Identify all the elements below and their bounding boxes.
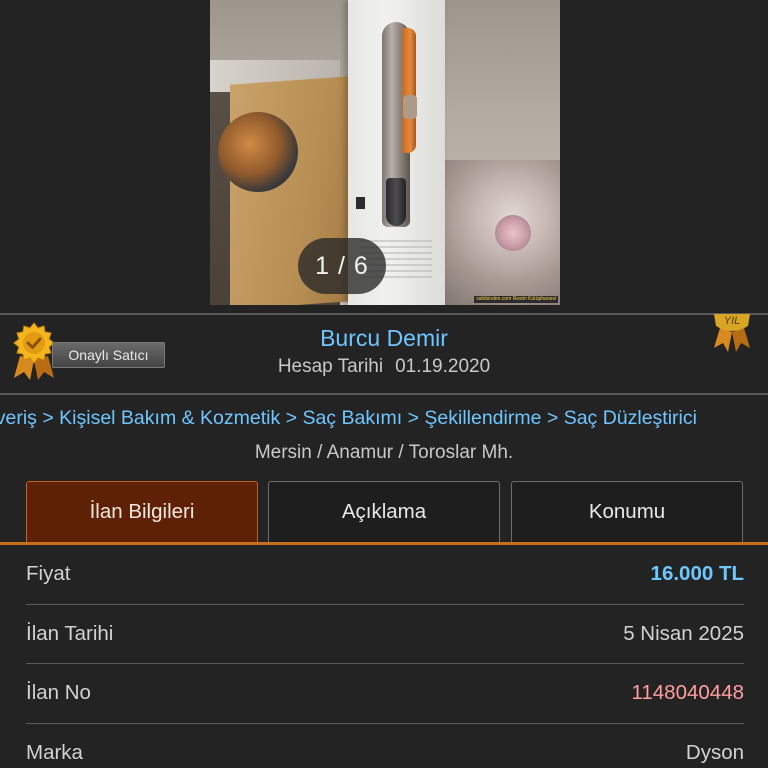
membership-year-badge-icon: YIL: [708, 314, 756, 354]
detail-label: İlan Tarihi: [26, 621, 114, 645]
breadcrumb-separator: >: [285, 407, 298, 429]
detail-row-brand: Marka Dyson: [26, 724, 744, 768]
breadcrumb-item[interactable]: Saç Düzleştirici: [564, 407, 697, 429]
divider: [0, 313, 768, 315]
listing-tabs: İlan Bilgileri Açıklama Konumu: [26, 481, 744, 543]
photo-device: [218, 112, 298, 192]
detail-row-date: İlan Tarihi 5 Nisan 2025: [26, 605, 744, 664]
product-box-logo: [356, 197, 365, 209]
seller-name[interactable]: Burcu Demir: [0, 325, 768, 352]
breadcrumb-item[interactable]: Şekillendirme: [424, 407, 541, 429]
brand-value: Dyson: [685, 740, 744, 764]
year-badge-text: YIL: [724, 315, 741, 327]
detail-row-price: Fiyat 16.000 TL: [26, 545, 744, 605]
photo-counter: 1 / 6: [298, 238, 386, 294]
category-breadcrumb: şveriş > Kişisel Bakım & Kozmetik > Saç …: [0, 407, 697, 430]
account-date: Hesap Tarihi 01.19.2020: [0, 356, 768, 378]
breadcrumb-separator: >: [546, 407, 559, 429]
breadcrumb-separator: >: [42, 407, 54, 429]
detail-label: Fiyat: [26, 562, 71, 585]
breadcrumb-separator: >: [407, 407, 419, 429]
listing-date-value: 5 Nisan 2025: [623, 621, 744, 645]
product-styler-ring: [403, 95, 417, 119]
photo-watermark: sahibinden.com Resim Kütüphanesi: [474, 296, 558, 303]
listing-location: Mersin / Anamur / Toroslar Mh.: [254, 442, 514, 463]
listing-number-value: 1148040448: [631, 681, 745, 704]
detail-row-listing-no: İlan No 1148040448: [26, 664, 744, 724]
photo-rose: [495, 215, 531, 251]
divider: [0, 393, 768, 395]
tab-ilan-bilgileri[interactable]: İlan Bilgileri: [26, 481, 258, 543]
breadcrumb-item[interactable]: Kişisel Bakım & Kozmetik: [59, 407, 280, 429]
tab-konumu[interactable]: Konumu: [511, 481, 743, 543]
detail-label: Marka: [26, 740, 83, 764]
product-styler-tip: [386, 178, 406, 226]
detail-label: İlan No: [26, 681, 91, 704]
account-date-label: Hesap Tarihi: [277, 356, 384, 377]
account-date-value: 01.19.2020: [395, 356, 491, 377]
price-value: 16.000 TL: [650, 562, 744, 585]
product-styler-band: [402, 28, 416, 153]
tab-aciklama[interactable]: Açıklama: [268, 481, 500, 543]
photo-gallery[interactable]: sahibinden.com Resim Kütüphanesi 1 / 6: [0, 0, 768, 306]
listing-details: Fiyat 16.000 TL İlan Tarihi 5 Nisan 2025…: [26, 545, 744, 768]
breadcrumb-item[interactable]: şveriş: [0, 407, 37, 429]
breadcrumb-item[interactable]: Saç Bakımı: [302, 407, 402, 429]
